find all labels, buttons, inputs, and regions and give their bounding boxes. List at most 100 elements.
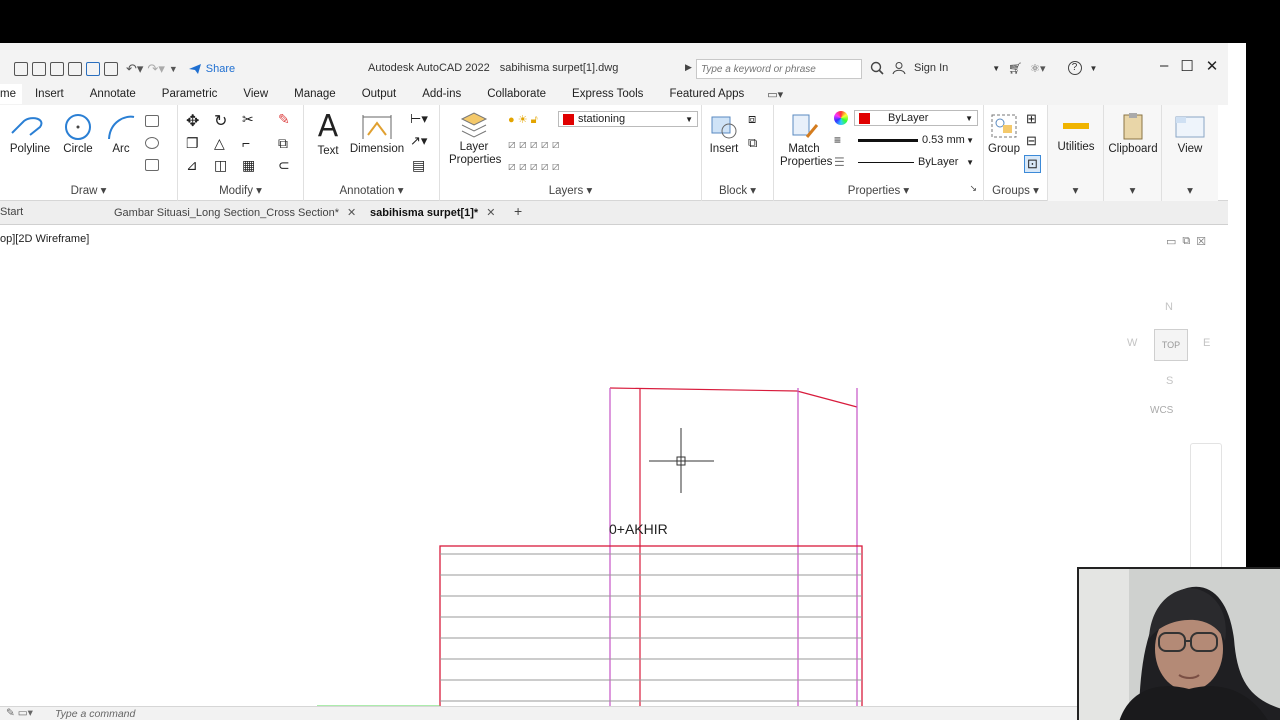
tab-manage[interactable]: Manage bbox=[281, 88, 349, 100]
edit-block-icon[interactable]: ⧉ bbox=[748, 135, 757, 151]
draw-panel-title[interactable]: Draw ▾ bbox=[0, 183, 177, 197]
help-dropdown-icon[interactable]: ▼ bbox=[1090, 64, 1098, 73]
color-dropdown[interactable]: ByLayer ▼ bbox=[854, 110, 978, 126]
cart-icon[interactable]: 🛒︎ bbox=[1008, 62, 1022, 75]
undo-icon[interactable]: ↶▾ bbox=[126, 61, 143, 77]
compass-south[interactable]: S bbox=[1166, 375, 1173, 387]
viewcube[interactable]: TOP bbox=[1154, 329, 1188, 361]
open-file-icon[interactable] bbox=[32, 62, 46, 76]
tab-annotate[interactable]: Annotate bbox=[77, 88, 149, 100]
copy-icon[interactable]: ❐ bbox=[186, 135, 199, 152]
rectangle-icon[interactable] bbox=[145, 115, 159, 127]
layer-dropdown[interactable]: stationing ▼ bbox=[558, 111, 698, 127]
create-block-icon[interactable]: ⧈ bbox=[748, 111, 756, 127]
utilities-dropdown-icon[interactable]: ▾ bbox=[1048, 183, 1103, 197]
save-as-icon[interactable] bbox=[68, 62, 82, 76]
ribbon-options-icon[interactable]: ▭▾ bbox=[767, 88, 783, 101]
layer-properties-button[interactable]: Layer Properties bbox=[444, 109, 504, 167]
ellipse-icon[interactable] bbox=[145, 137, 159, 149]
clipboard-dropdown-icon[interactable]: ▾ bbox=[1104, 183, 1161, 197]
compass-north[interactable]: N bbox=[1165, 301, 1173, 313]
text-button[interactable]: A Text bbox=[310, 111, 346, 158]
block-panel-title[interactable]: Block ▾ bbox=[702, 183, 773, 197]
layers-panel-title[interactable]: Layers ▾ bbox=[440, 183, 701, 197]
command-icon[interactable]: ✎ ▭▾ bbox=[6, 707, 33, 719]
share-button[interactable]: Share bbox=[188, 63, 235, 75]
insert-button[interactable]: Insert bbox=[704, 111, 744, 155]
utilities-panel[interactable]: Utilities ▾ bbox=[1048, 105, 1104, 201]
clipboard-button[interactable]: Clipboard bbox=[1106, 111, 1160, 155]
rotate-icon[interactable]: ↻ bbox=[214, 111, 227, 131]
help-icon[interactable]: ? bbox=[1067, 61, 1082, 75]
tab-home[interactable]: me bbox=[0, 84, 22, 104]
hatch-icon[interactable] bbox=[145, 159, 159, 171]
sign-in-dropdown-icon[interactable]: ▼ bbox=[992, 64, 1000, 73]
offset-icon[interactable]: ⊂ bbox=[278, 157, 290, 174]
sign-in-button[interactable]: Sign In bbox=[914, 62, 948, 74]
utilities-button[interactable]: Utilities bbox=[1050, 113, 1102, 153]
compass-west[interactable]: W bbox=[1127, 337, 1137, 349]
table-icon[interactable]: ▤ bbox=[412, 157, 425, 174]
tab-featured-apps[interactable]: Featured Apps bbox=[656, 88, 757, 100]
polyline-button[interactable]: Polyline bbox=[6, 113, 54, 155]
fillet-icon[interactable]: ⌐ bbox=[242, 135, 250, 151]
compass-east[interactable]: E bbox=[1203, 337, 1210, 349]
linear-dimension-icon[interactable]: ⊢▾ bbox=[410, 111, 428, 127]
modify-panel-title[interactable]: Modify ▾ bbox=[178, 183, 303, 197]
panel-launcher-icon[interactable]: ↘ bbox=[969, 183, 977, 194]
group-edit-icon[interactable]: ⊟ bbox=[1026, 133, 1037, 149]
close-tab-icon[interactable]: ✕ bbox=[347, 207, 356, 219]
group-button[interactable]: Group bbox=[986, 111, 1022, 155]
layer-tools-row1[interactable]: ⧄ ⧄ ⧄ ⧄ ⧄ bbox=[508, 137, 560, 152]
linetype-dropdown[interactable]: ByLayer ▼ bbox=[854, 154, 978, 170]
save-icon[interactable] bbox=[50, 62, 64, 76]
close-icon[interactable]: ✕ bbox=[1206, 57, 1219, 75]
tab-insert[interactable]: Insert bbox=[22, 88, 77, 100]
maximize-icon[interactable]: ☐ bbox=[1180, 57, 1193, 75]
move-icon[interactable]: ✥ bbox=[186, 111, 199, 131]
arc-button[interactable]: Arc bbox=[104, 113, 138, 155]
array-icon[interactable]: ▦ bbox=[242, 157, 255, 174]
search-icon[interactable] bbox=[870, 61, 884, 75]
stretch-icon[interactable]: ⊿ bbox=[186, 157, 198, 174]
doc-tab-sabihisma[interactable]: sabihisma surpet[1]* ✕ bbox=[370, 206, 495, 219]
circle-button[interactable]: Circle bbox=[58, 113, 98, 155]
trim-icon[interactable]: ✂ bbox=[242, 111, 254, 128]
leader-icon[interactable]: ↗▾ bbox=[410, 133, 427, 149]
match-properties-button[interactable]: Match Properties bbox=[780, 111, 832, 169]
tab-output[interactable]: Output bbox=[349, 88, 410, 100]
dimension-button[interactable]: Dimension bbox=[348, 113, 406, 155]
linetype-icon[interactable]: ☰ bbox=[834, 155, 845, 169]
customize-icon[interactable]: ▼ bbox=[169, 64, 178, 74]
command-line[interactable]: ✎ ▭▾ Type a command bbox=[0, 706, 1246, 720]
view-button[interactable]: View bbox=[1164, 111, 1216, 155]
doc-tab-gambar-situasi[interactable]: Gambar Situasi_Long Section_Cross Sectio… bbox=[114, 206, 356, 219]
erase-icon[interactable]: ✎ bbox=[278, 111, 290, 128]
tab-collaborate[interactable]: Collaborate bbox=[474, 88, 559, 100]
annotation-panel-title[interactable]: Annotation ▾ bbox=[304, 183, 439, 197]
tab-add-ins[interactable]: Add-ins bbox=[409, 88, 474, 100]
search-input[interactable] bbox=[696, 59, 862, 79]
doc-tab-start[interactable]: Start bbox=[0, 206, 23, 218]
command-input[interactable]: Type a command bbox=[55, 708, 135, 720]
redo-icon[interactable]: ↷▾ bbox=[147, 61, 164, 77]
import-icon[interactable] bbox=[86, 62, 100, 76]
mirror-icon[interactable]: △ bbox=[214, 135, 225, 152]
chevron-right-icon[interactable]: ▶ bbox=[685, 62, 692, 73]
clipboard-panel[interactable]: Clipboard ▾ bbox=[1104, 105, 1162, 201]
wcs-menu[interactable]: WCS bbox=[1150, 405, 1173, 416]
drawing-viewport[interactable]: op][2D Wireframe] ▭ ⧉ ☒ 0+AKHIR N W E S … bbox=[0, 225, 1228, 720]
tab-view[interactable]: View bbox=[230, 88, 281, 100]
lineweight-dropdown[interactable]: 0.53 mm ▼ bbox=[854, 132, 978, 148]
layer-state-icons[interactable]: ● ☀ 🔓︎ bbox=[508, 113, 538, 127]
explode-icon[interactable]: ⧉ bbox=[278, 135, 288, 152]
lineweight-icon[interactable]: ≡ bbox=[834, 133, 841, 147]
groups-panel-title[interactable]: Groups ▾ bbox=[984, 183, 1047, 197]
new-file-icon[interactable] bbox=[14, 62, 28, 76]
tab-express-tools[interactable]: Express Tools bbox=[559, 88, 656, 100]
tab-parametric[interactable]: Parametric bbox=[149, 88, 231, 100]
scale-icon[interactable]: ◫ bbox=[214, 157, 227, 174]
close-tab-icon[interactable]: ✕ bbox=[486, 207, 495, 219]
properties-panel-title[interactable]: Properties ▾ ↘ bbox=[774, 183, 983, 197]
new-tab-icon[interactable]: + bbox=[514, 203, 522, 219]
